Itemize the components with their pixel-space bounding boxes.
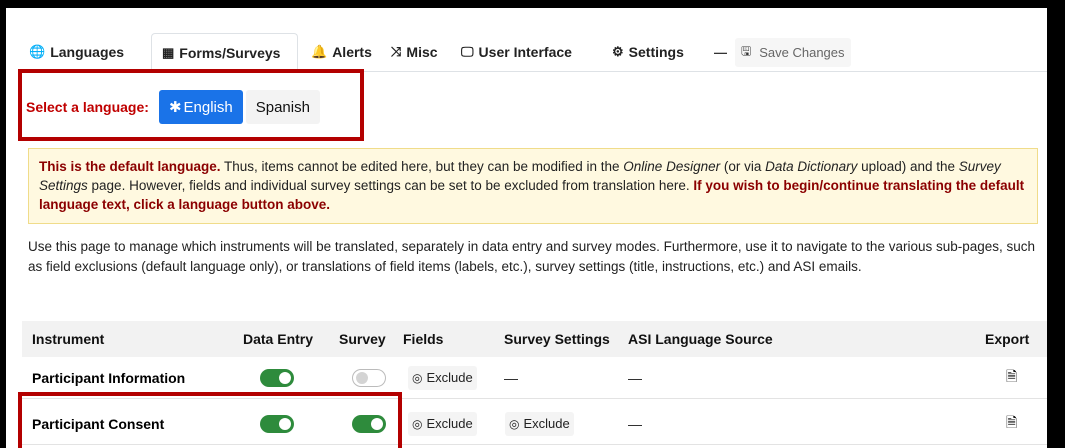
eye-slash-icon: ◎ [509,416,520,431]
globe-icon: 🌐 [29,44,46,59]
tab-languages[interactable]: 🌐 Languages [18,33,146,71]
col-export: Export [985,331,1030,347]
save-group: — 🖫 Save Changes [714,33,851,71]
intro-text: Use this page to manage which instrument… [28,239,1036,274]
desktop-icon: 🖵 [461,44,474,59]
col-survey-settings: Survey Settings [504,331,610,347]
separator-dash: — [714,44,727,60]
floppy-icon: 🖫 [741,43,752,58]
asi-value: — [628,415,642,432]
tab-user-interface[interactable]: 🖵 User Interface [450,33,598,71]
survey-settings-value: — [504,369,518,386]
tab-bar: 🌐 Languages ▦ Forms/Surveys 🔔 Alerts ⤨ M… [18,33,1047,72]
save-changes-button[interactable]: 🖫 Save Changes [735,37,851,67]
col-instrument: Instrument [32,331,105,347]
col-survey: Survey [339,331,386,347]
bell-icon: 🔔 [311,44,328,59]
highlight-box-consent [18,392,402,448]
cog-icon: ⚙ [612,44,624,59]
table-header: Instrument Data Entry Survey Fields Surv… [22,321,1047,357]
col-asi: ASI Language Source [628,331,773,347]
pdf-export-icon[interactable]: 🗎 [1006,357,1017,398]
table-icon: ▦ [162,44,175,60]
asi-value: — [628,369,642,386]
tab-settings[interactable]: ⚙ Settings [601,33,698,71]
fields-exclude-button[interactable]: ◎ Exclude [408,357,477,398]
col-fields: Fields [403,331,444,347]
default-language-alert: This is the default language. Thus, item… [28,148,1038,224]
shuffle-icon: ⤨ [391,44,402,59]
tab-alerts[interactable]: 🔔 Alerts [300,33,378,71]
survey-settings-exclude-button[interactable]: ◎ Exclude [505,403,574,444]
eye-slash-icon: ◎ [412,370,423,385]
tab-misc[interactable]: ⤨ Misc [380,33,448,71]
fields-exclude-button[interactable]: ◎ Exclude [408,403,477,444]
eye-slash-icon: ◎ [412,416,423,431]
pdf-export-icon[interactable]: 🗎 [1006,403,1017,444]
col-data-entry: Data Entry [243,331,314,347]
highlight-box-language [18,69,364,141]
mlm-panel: 🌐 Languages ▦ Forms/Surveys 🔔 Alerts ⤨ M… [6,8,1047,448]
tab-forms-surveys[interactable]: ▦ Forms/Surveys [151,33,298,72]
